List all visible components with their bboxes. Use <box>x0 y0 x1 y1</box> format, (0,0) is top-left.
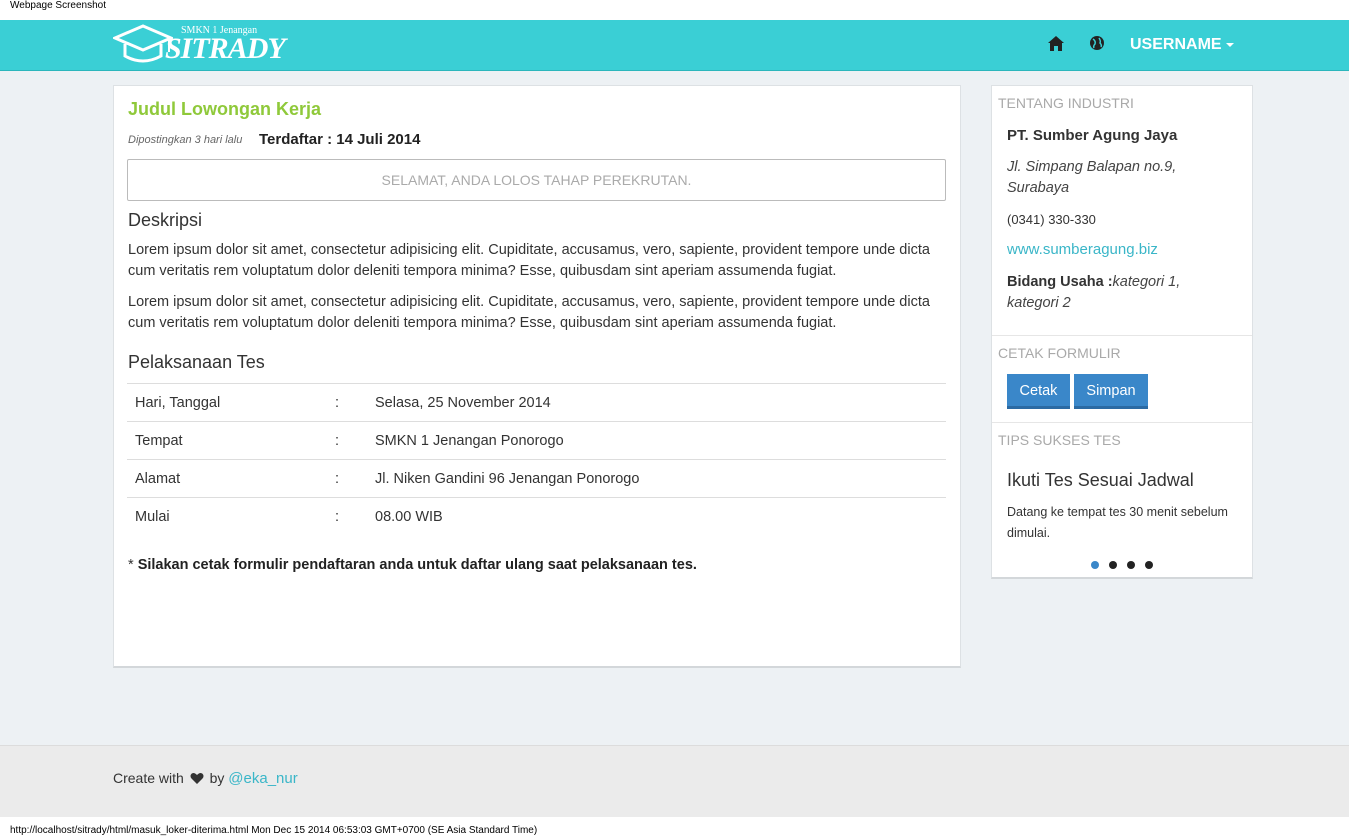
posted-time: Dipostingkan 3 hari lalu <box>128 134 243 146</box>
print-form-heading: CETAK FORMULIR <box>998 345 1121 361</box>
table-row: Tempat : SMKN 1 Jenangan Ponorogo <box>127 421 946 460</box>
company-phone: (0341) 330-330 <box>1007 212 1096 227</box>
description-heading: Deskripsi <box>128 210 203 230</box>
tip-text: Datang ke tempat tes 30 menit sebelum di… <box>1007 505 1228 540</box>
row-sep: : <box>335 470 340 487</box>
user-menu[interactable]: USERNAME <box>1130 36 1234 54</box>
company-name: PT. Sumber Agung Jaya <box>1007 127 1178 144</box>
description-paragraph: Lorem ipsum dolor sit amet, consectetur … <box>128 294 930 331</box>
navbar: SMKN 1 Jenangan SITRADY USERNAME <box>0 20 1349 71</box>
brand-name: SITRADY <box>165 32 286 65</box>
caret-down-icon <box>1225 42 1234 47</box>
graduation-cap-icon <box>113 24 173 63</box>
registered-date: Terdaftar : 14 Juli 2014 <box>259 131 421 148</box>
description-paragraph: Lorem ipsum dolor sit amet, consectetur … <box>128 242 930 279</box>
row-key: Tempat <box>135 432 183 449</box>
test-heading: Pelaksanaan Tes <box>128 352 265 372</box>
job-title: Judul Lowongan Kerja <box>128 99 322 119</box>
company-website-link[interactable]: www.sumberagung.biz <box>1007 241 1158 258</box>
footer: Create with by @eka_nur <box>0 745 1349 817</box>
tips-heading: TIPS SUKSES TES <box>998 432 1121 448</box>
globe-icon[interactable] <box>1087 34 1107 54</box>
footer-by: by <box>209 770 225 786</box>
table-row: Hari, Tanggal : Selasa, 25 November 2014 <box>127 383 946 422</box>
row-sep: : <box>335 508 340 525</box>
business-field: Bidang Usaha :kategori 1, kategori 2 <box>1007 272 1227 314</box>
print-header: Webpage Screenshot <box>0 0 1349 20</box>
business-field-label: Bidang Usaha : <box>1007 274 1113 290</box>
note-text: Silakan cetak formulir pendaftaran anda … <box>137 557 697 573</box>
note-prefix: * <box>128 557 134 573</box>
divider <box>992 422 1252 423</box>
carousel-dot-active[interactable] <box>1091 561 1099 569</box>
home-icon[interactable] <box>1046 34 1066 54</box>
print-header-text: Webpage Screenshot <box>10 0 106 11</box>
row-value: Selasa, 25 November 2014 <box>375 394 551 411</box>
industry-sidebar: TENTANG INDUSTRI PT. Sumber Agung Jaya J… <box>991 85 1253 579</box>
print-footer-text: http://localhost/sitrady/html/masuk_loke… <box>10 825 538 836</box>
carousel-dot[interactable] <box>1109 561 1117 569</box>
job-panel: Judul Lowongan Kerja Dipostingkan 3 hari… <box>113 85 961 668</box>
industry-heading: TENTANG INDUSTRI <box>998 95 1134 111</box>
print-note: * Silakan cetak formulir pendaftaran and… <box>128 557 697 573</box>
divider <box>992 335 1252 336</box>
row-key: Hari, Tanggal <box>135 394 221 411</box>
heart-icon <box>190 772 204 788</box>
carousel-dot[interactable] <box>1145 561 1153 569</box>
row-value: Jl. Niken Gandini 96 Jenangan Ponorogo <box>375 470 640 487</box>
save-button[interactable]: Simpan <box>1074 374 1148 409</box>
table-row: Alamat : Jl. Niken Gandini 96 Jenangan P… <box>127 459 946 498</box>
test-schedule-table: Hari, Tanggal : Selasa, 25 November 2014… <box>127 383 946 536</box>
author-link[interactable]: @eka_nur <box>228 770 297 787</box>
print-footer: http://localhost/sitrady/html/masuk_loke… <box>0 817 1349 837</box>
status-alert: SELAMAT, ANDA LOLOS TAHAP PEREKRUTAN. <box>127 159 946 201</box>
user-menu-label: USERNAME <box>1130 36 1222 53</box>
row-sep: : <box>335 432 340 449</box>
brand-logo[interactable]: SMKN 1 Jenangan SITRADY <box>113 22 293 68</box>
carousel-dot[interactable] <box>1127 561 1135 569</box>
table-row: Mulai : 08.00 WIB <box>127 497 946 536</box>
row-key: Mulai <box>135 508 170 525</box>
footer-prefix: Create with <box>113 770 184 786</box>
row-sep: : <box>335 394 340 411</box>
company-address: Jl. Simpang Balapan no.9, Surabaya <box>1007 159 1177 196</box>
print-button[interactable]: Cetak <box>1007 374 1070 409</box>
tip-title: Ikuti Tes Sesuai Jadwal <box>1007 470 1194 490</box>
row-value: 08.00 WIB <box>375 508 443 525</box>
footer-credit: Create with by @eka_nur <box>113 770 298 788</box>
row-key: Alamat <box>135 470 181 487</box>
row-value: SMKN 1 Jenangan Ponorogo <box>375 432 564 449</box>
